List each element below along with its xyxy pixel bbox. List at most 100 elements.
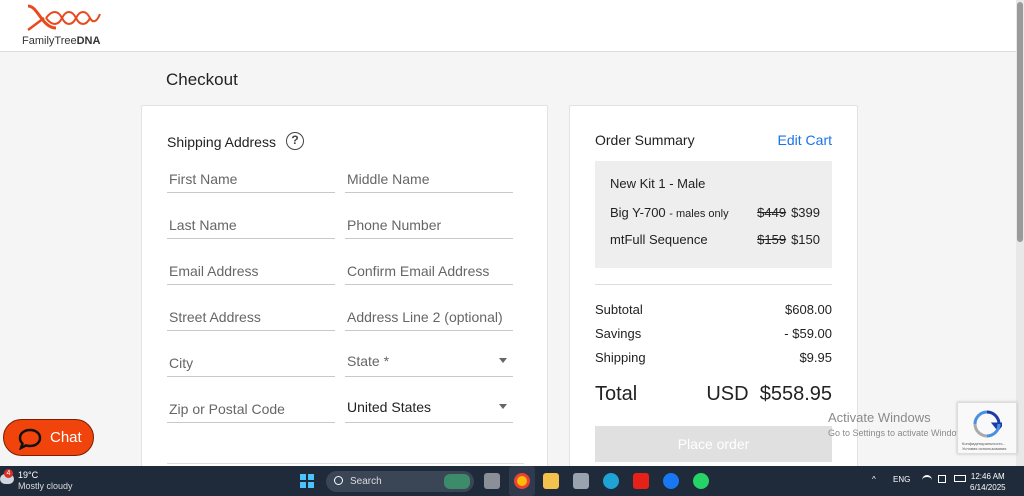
edit-cart-link[interactable]: Edit Cart: [778, 132, 832, 148]
weather-desc: Mostly cloudy: [18, 481, 73, 491]
search-highlight-icon: [444, 474, 470, 489]
help-icon[interactable]: ?: [286, 132, 304, 150]
windows-taskbar: 4 19°C Mostly cloudy Search ^ ENG 12:46 …: [0, 466, 1024, 496]
middle-name-input[interactable]: [345, 161, 513, 189]
divider: [595, 284, 832, 285]
item-name: New Kit 1 - Male: [610, 176, 706, 191]
divider: [167, 463, 524, 464]
battery-icon[interactable]: [954, 475, 966, 482]
first-name-input[interactable]: [167, 161, 335, 189]
facebook-icon[interactable]: [663, 473, 679, 489]
scrollbar-thumb[interactable]: [1017, 2, 1023, 242]
shipping-value: $9.95: [799, 350, 832, 365]
confirm-email-field[interactable]: [345, 253, 513, 285]
recaptcha-text[interactable]: Конфиденциальность - Условия использован…: [962, 441, 1016, 451]
edge-icon[interactable]: [603, 473, 619, 489]
country-select[interactable]: United States: [345, 391, 513, 423]
clock-time: 12:46 AM: [970, 472, 1005, 481]
country-select-value: United States: [347, 399, 432, 415]
top-header: FamilyTreeDNA: [0, 0, 1016, 52]
taskbar-search[interactable]: Search: [326, 471, 474, 492]
order-summary-card: Order Summary Edit Cart New Kit 1 - Male…: [569, 105, 858, 475]
street-address-field[interactable]: [167, 299, 335, 331]
watermark-title: Activate Windows: [828, 410, 931, 425]
shipping-row: Shipping $9.95: [595, 350, 832, 365]
windows-start-icon[interactable]: [300, 474, 314, 488]
chat-button[interactable]: Chat: [3, 419, 94, 456]
shipping-label: Shipping: [595, 350, 646, 365]
middle-name-field[interactable]: [345, 161, 513, 193]
chat-label: Chat: [50, 429, 82, 446]
file-explorer-icon[interactable]: [543, 473, 559, 489]
chevron-down-icon: [499, 404, 507, 409]
chat-bubble-icon: [18, 428, 42, 450]
state-select-label: State *: [347, 353, 390, 369]
search-icon: [334, 476, 343, 485]
item-old-price: $159: [757, 232, 787, 247]
shipping-address-title: Shipping Address: [167, 134, 276, 150]
notification-badge: 4: [4, 469, 13, 478]
subtotal-value: $608.00: [785, 302, 832, 317]
phone-number-input[interactable]: [345, 207, 513, 235]
address-line2-field[interactable]: [345, 299, 513, 331]
item-prices: $159 $150: [757, 232, 820, 247]
list-item: New Kit 1 - Male: [610, 176, 820, 191]
item-prices: $449 $399: [757, 205, 820, 220]
calculator-icon[interactable]: [573, 473, 589, 489]
first-name-field[interactable]: [167, 161, 335, 193]
phone-number-field[interactable]: [345, 207, 513, 239]
confirm-email-input[interactable]: [345, 253, 513, 281]
savings-row: Savings - $59.00: [595, 326, 832, 341]
task-view-icon[interactable]: [484, 473, 500, 489]
activate-windows-watermark: Activate Windows Go to Settings to activ…: [828, 410, 971, 438]
taskbar-clock[interactable]: 12:46 AM 6/14/2025: [970, 471, 1006, 493]
item-price: $399: [791, 205, 820, 220]
item-name: mtFull Sequence: [610, 232, 708, 247]
logo-helix-icon: [27, 4, 101, 31]
last-name-field[interactable]: [167, 207, 335, 239]
state-select[interactable]: State *: [345, 345, 513, 377]
savings-value: - $59.00: [784, 326, 832, 341]
volume-icon[interactable]: [938, 475, 946, 483]
chevron-up-icon[interactable]: ^: [872, 475, 876, 484]
watermark-subtitle: Go to Settings to activate Windows.: [828, 428, 971, 438]
subtotal-label: Subtotal: [595, 302, 643, 317]
email-field[interactable]: [167, 253, 335, 285]
wifi-icon[interactable]: [922, 475, 932, 483]
city-field[interactable]: [167, 345, 335, 377]
city-input[interactable]: [167, 345, 335, 373]
order-summary-title: Order Summary: [595, 132, 695, 148]
weather-temp: 19°C: [18, 470, 39, 480]
clock-date: 6/14/2025: [970, 483, 1006, 492]
list-item: Big Y-700 - males only $449 $399: [610, 205, 820, 220]
order-items-box: New Kit 1 - Male Big Y-700 - males only …: [595, 161, 832, 268]
last-name-input[interactable]: [167, 207, 335, 235]
address-line2-input[interactable]: [345, 299, 513, 327]
item-note: - males only: [669, 208, 729, 220]
savings-label: Savings: [595, 326, 642, 341]
item-name: Big Y-700: [610, 205, 666, 220]
subtotal-row: Subtotal $608.00: [595, 302, 832, 317]
zip-field[interactable]: [167, 391, 335, 423]
taskbar-search-label: Search: [350, 476, 382, 487]
chrome-icon[interactable]: [514, 473, 530, 489]
email-input[interactable]: [167, 253, 335, 281]
total-row: Total USD $558.95: [595, 383, 832, 406]
shipping-address-card: Shipping Address ? State * United States: [141, 105, 548, 475]
total-value: USD $558.95: [706, 383, 832, 405]
item-old-price: $449: [757, 205, 787, 220]
place-order-button[interactable]: Place order: [595, 426, 832, 462]
list-item: mtFull Sequence $159 $150: [610, 232, 820, 247]
language-indicator[interactable]: ENG: [893, 475, 910, 484]
chevron-down-icon: [499, 358, 507, 363]
page-scrollbar[interactable]: [1016, 0, 1024, 466]
whatsapp-icon[interactable]: [693, 473, 709, 489]
logo-text: FamilyTreeDNA: [22, 35, 101, 47]
zip-input[interactable]: [167, 391, 335, 419]
total-label: Total: [595, 383, 638, 405]
youtube-icon[interactable]: [633, 473, 649, 489]
familytreedna-logo[interactable]: FamilyTreeDNA: [22, 4, 112, 48]
recaptcha-icon: [973, 410, 1002, 438]
recaptcha-badge[interactable]: Конфиденциальность - Условия использован…: [957, 402, 1017, 454]
street-address-input[interactable]: [167, 299, 335, 327]
